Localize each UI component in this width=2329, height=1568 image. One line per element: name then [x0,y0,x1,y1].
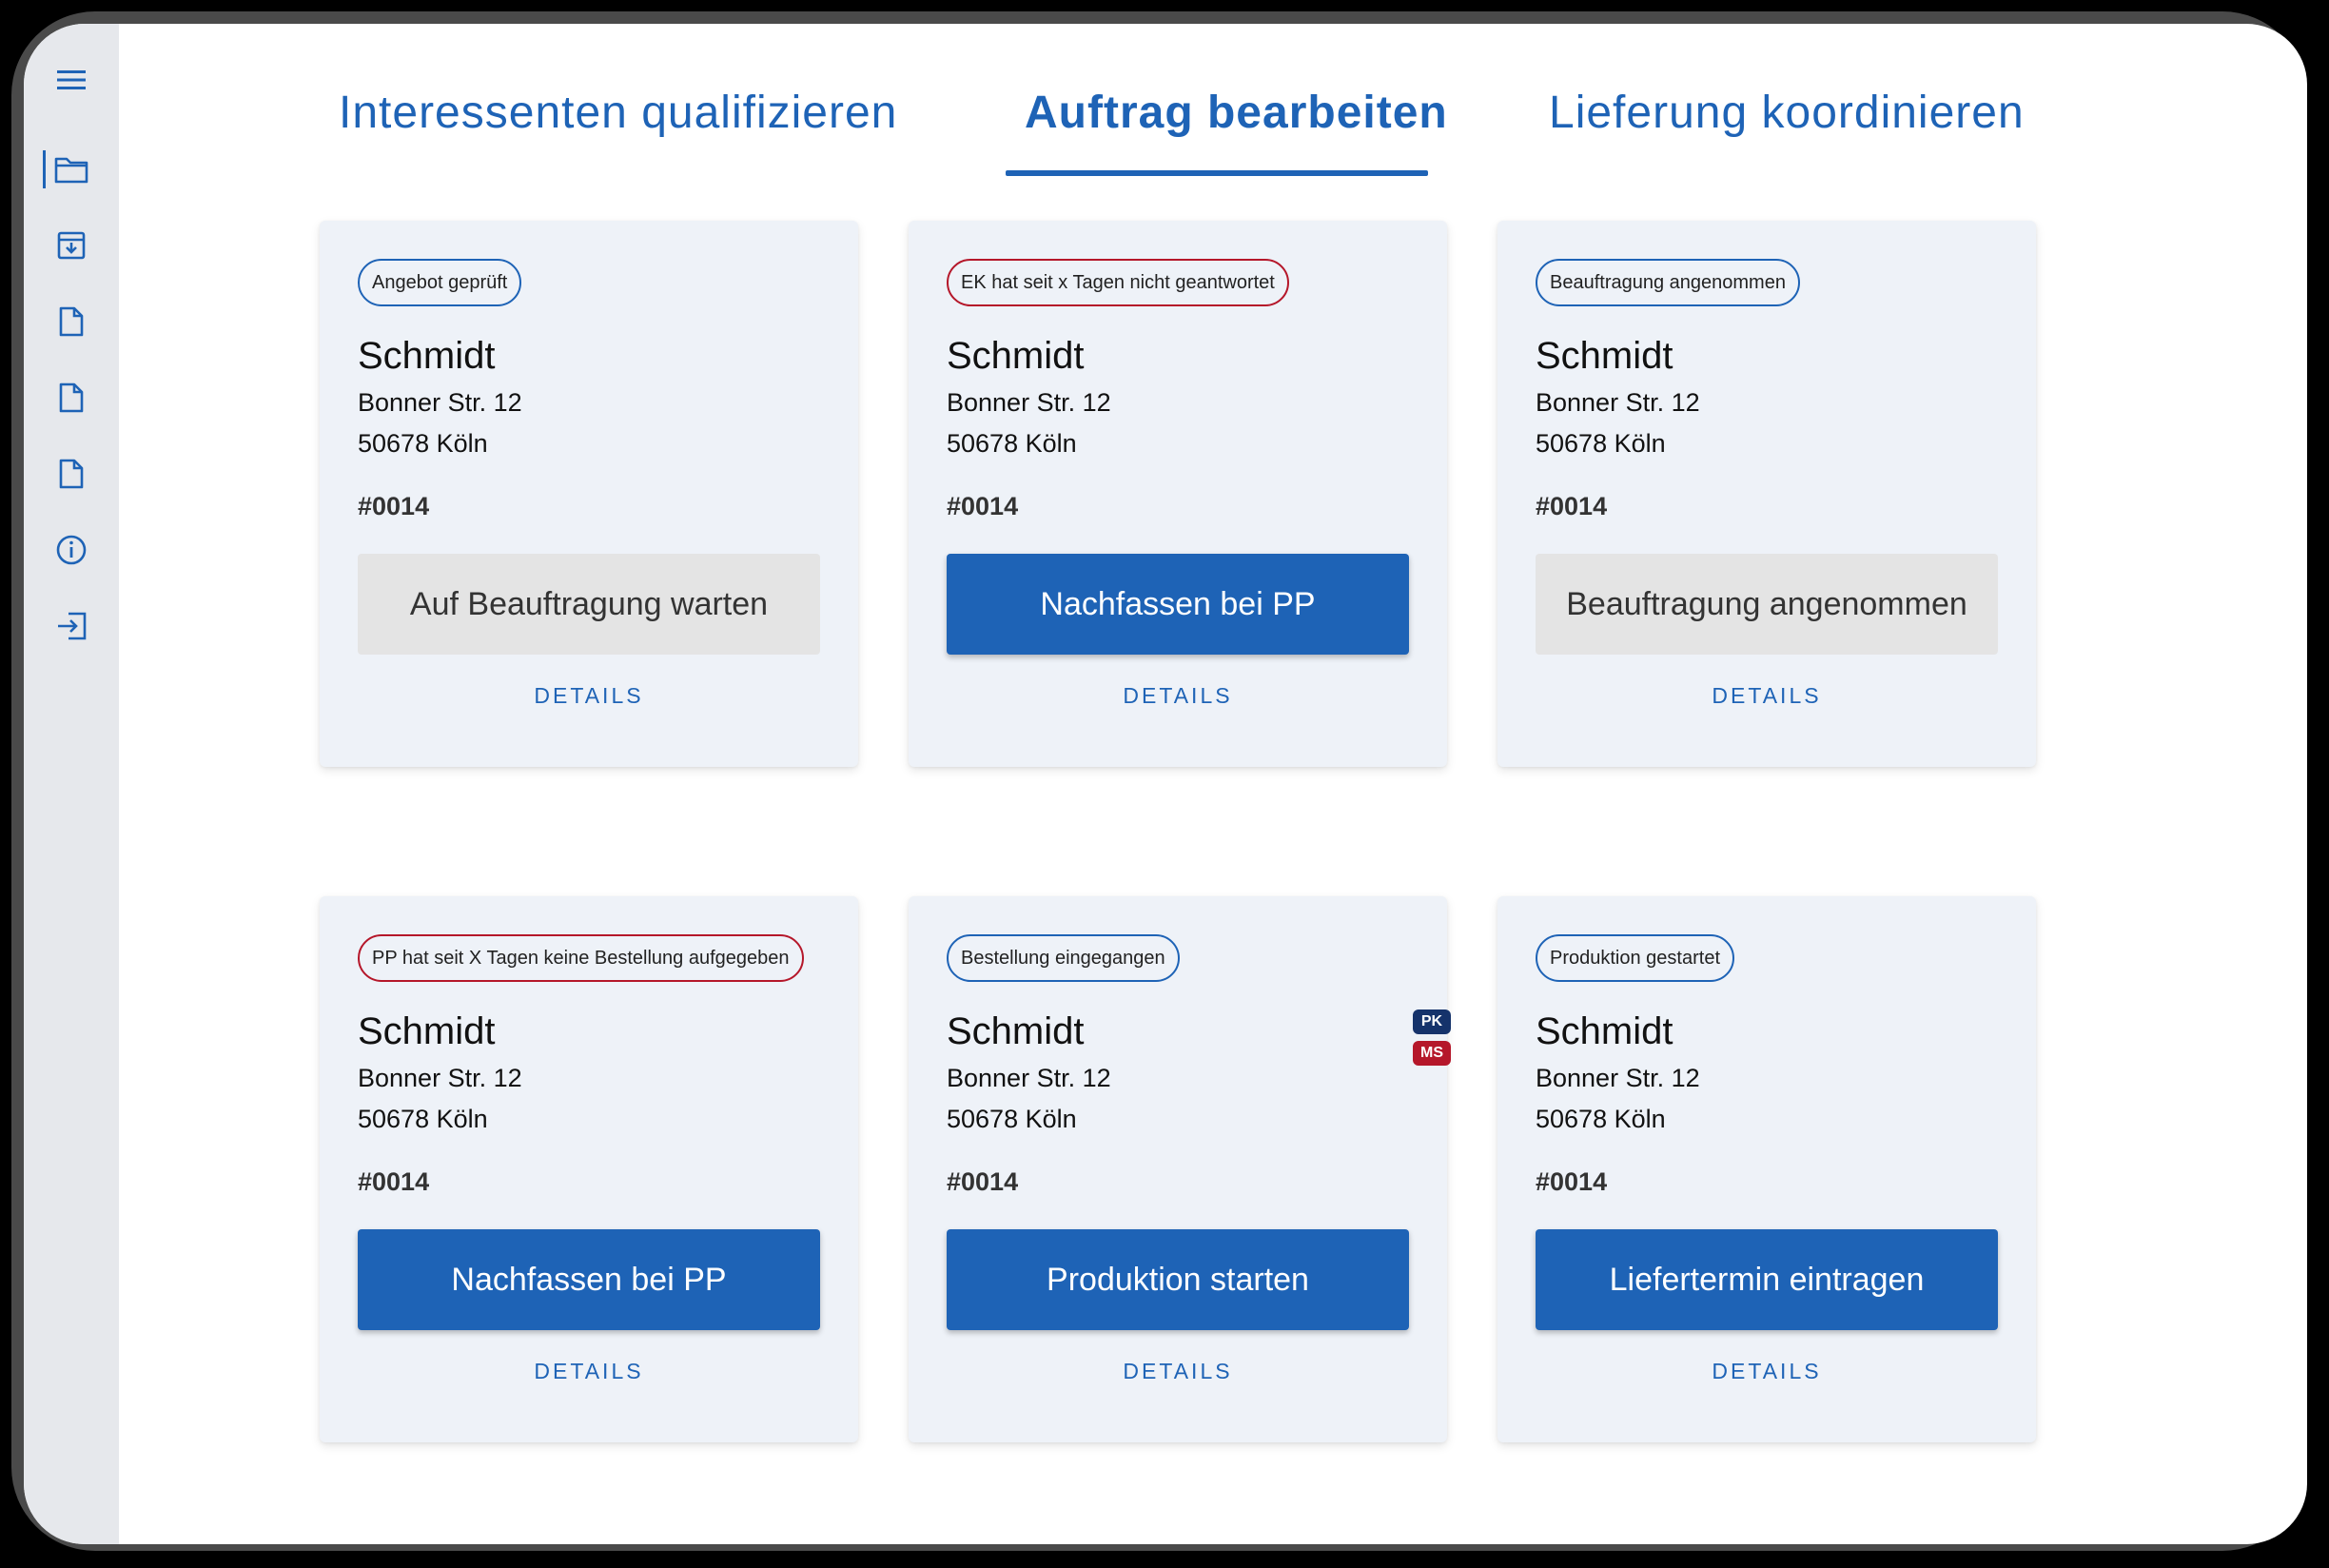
order-number: #0014 [947,492,1019,520]
document-icon[interactable] [24,369,119,426]
active-tab-indicator [1006,170,1428,176]
order-card: Bestellung eingegangen PK MS Schmidt Bon… [909,896,1451,1442]
info-icon[interactable] [24,521,119,578]
order-number: #0014 [358,1167,430,1196]
tab-lieferung-koordinieren[interactable]: Lieferung koordinieren [1549,87,2025,139]
customer-name: Schmidt [1536,335,1673,377]
customer-name: Schmidt [358,335,496,377]
status-chip: Produktion gestartet [1536,934,1734,982]
order-number: #0014 [1536,1167,1608,1196]
user-badge-ms: MS [1413,1041,1451,1066]
order-card: Beauftragung angenommen Schmidt Bonner S… [1497,221,2036,767]
customer-city: 50678 Köln [1536,429,1666,458]
customer-street: Bonner Str. 12 [1536,388,1700,417]
customer-city: 50678 Köln [947,429,1077,458]
customer-name: Schmidt [358,1010,496,1052]
customer-city: 50678 Köln [358,1105,488,1133]
status-chip: Bestellung eingegangen [947,934,1180,982]
customer-name: Schmidt [947,1010,1085,1052]
document-icon[interactable] [24,445,119,502]
app-screen: Interessenten qualifizieren Auftrag bear… [24,24,2307,1544]
user-badge-pk: PK [1413,1009,1451,1034]
order-card: Angebot geprüft Schmidt Bonner Str. 12 5… [320,221,858,767]
follow-up-button[interactable]: Nachfassen bei PP [358,1229,820,1330]
customer-street: Bonner Str. 12 [947,388,1111,417]
commission-accepted-button: Beauftragung angenommen [1536,554,1998,655]
sidebar [24,24,119,1544]
tab-auftrag-bearbeiten[interactable]: Auftrag bearbeiten [1025,87,1448,139]
status-chip: Beauftragung angenommen [1536,259,1800,306]
customer-street: Bonner Str. 12 [358,1064,522,1092]
details-link[interactable]: DETAILS [909,1359,1447,1384]
customer-city: 50678 Köln [358,429,488,458]
follow-up-button[interactable]: Nachfassen bei PP [947,554,1409,655]
tab-interessenten-qualifizieren[interactable]: Interessenten qualifizieren [339,87,897,139]
enter-delivery-date-button[interactable]: Liefertermin eintragen [1536,1229,1998,1330]
order-number: #0014 [947,1167,1019,1196]
customer-name: Schmidt [947,335,1085,377]
status-chip: EK hat seit x Tagen nicht geantwortet [947,259,1289,306]
document-icon[interactable] [24,293,119,350]
wait-for-commission-button: Auf Beauftragung warten [358,554,820,655]
customer-street: Bonner Str. 12 [358,388,522,417]
customer-street: Bonner Str. 12 [1536,1064,1700,1092]
order-card: PP hat seit X Tagen keine Bestellung auf… [320,896,858,1442]
details-link[interactable]: DETAILS [1497,1359,2036,1384]
details-link[interactable]: DETAILS [909,683,1447,709]
order-card: EK hat seit x Tagen nicht geantwortet Sc… [909,221,1447,767]
customer-city: 50678 Köln [1536,1105,1666,1133]
start-production-button[interactable]: Produktion starten [947,1229,1409,1330]
details-link[interactable]: DETAILS [320,1359,858,1384]
customer-name: Schmidt [1536,1010,1673,1052]
status-chip: PP hat seit X Tagen keine Bestellung auf… [358,934,804,982]
order-number: #0014 [358,492,430,520]
details-link[interactable]: DETAILS [1497,683,2036,709]
status-chip: Angebot geprüft [358,259,522,306]
customer-city: 50678 Köln [947,1105,1077,1133]
tab-bar: Interessenten qualifizieren Auftrag bear… [24,24,2307,195]
customer-street: Bonner Str. 12 [947,1064,1111,1092]
archive-icon[interactable] [24,217,119,274]
order-number: #0014 [1536,492,1608,520]
order-card: Produktion gestartet Schmidt Bonner Str.… [1497,896,2036,1442]
logout-icon[interactable] [24,598,119,655]
details-link[interactable]: DETAILS [320,683,858,709]
